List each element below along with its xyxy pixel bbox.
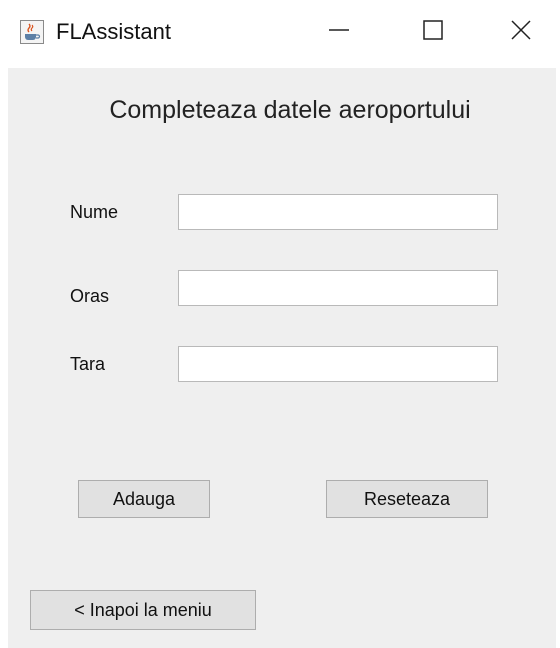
minimize-icon xyxy=(327,18,351,47)
tara-input[interactable] xyxy=(178,346,498,382)
oras-label: Oras xyxy=(70,286,110,306)
window-title: FLAssistant xyxy=(56,19,171,44)
close-icon xyxy=(509,18,533,47)
java-cup-icon xyxy=(20,20,44,44)
oras-input[interactable] xyxy=(178,270,498,306)
nume-input[interactable] xyxy=(178,194,498,230)
form-heading: Completeaza datele aeroportului xyxy=(109,96,471,124)
minimize-button[interactable] xyxy=(314,10,364,54)
close-button[interactable] xyxy=(496,10,546,54)
title-bar[interactable]: FLAssistant xyxy=(0,0,560,66)
add-button[interactable]: Adauga xyxy=(78,480,210,518)
reset-button[interactable]: Reseteaza xyxy=(326,480,488,518)
back-to-menu-button[interactable]: < Inapoi la meniu xyxy=(30,590,256,630)
nume-label: Nume xyxy=(70,202,119,222)
maximize-icon xyxy=(421,18,445,47)
form-panel: Completeaza datele aeroportului Nume Ora… xyxy=(8,68,556,648)
maximize-button[interactable] xyxy=(408,10,458,54)
tara-label: Tara xyxy=(70,354,106,374)
app-window: FLAssistant Completeaza datele aeroportu… xyxy=(0,0,560,648)
